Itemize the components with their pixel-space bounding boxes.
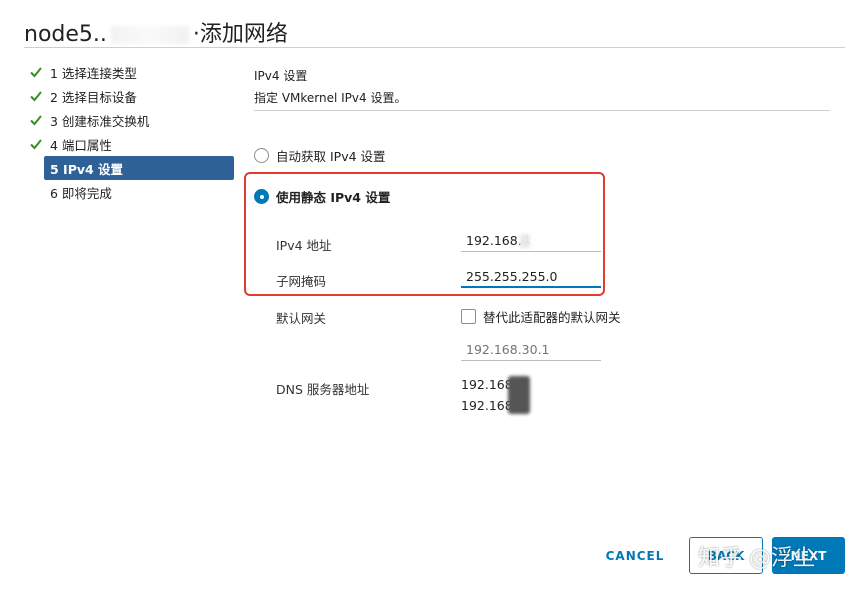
back-button[interactable]: BACK: [689, 537, 763, 574]
checkmark-icon: [30, 91, 42, 102]
radio-auto-ipv4[interactable]: 自动获取 IPv4 设置: [254, 146, 386, 165]
override-gateway-checkbox[interactable]: [461, 309, 476, 324]
section-divider: [254, 110, 830, 111]
step-select-target-device[interactable]: 2 选择目标设备: [28, 84, 234, 108]
subnet-mask-input[interactable]: [461, 266, 601, 288]
step-create-standard-switch[interactable]: 3 创建标准交换机: [28, 108, 234, 132]
default-gateway-label: 默认网关: [276, 311, 327, 326]
radio-static-label: 使用静态 IPv4 设置: [276, 190, 391, 205]
redacted-dns-octets: [508, 376, 530, 414]
title-divider: [24, 47, 845, 48]
checkmark-icon: [30, 115, 42, 126]
dns-server-label: DNS 服务器地址: [276, 382, 370, 397]
redacted-hostname: [110, 26, 189, 44]
step-label: 1 选择连接类型: [50, 65, 137, 81]
title-action: ·添加网络: [192, 22, 288, 47]
step-label: 4 端口属性: [50, 137, 112, 153]
radio-auto-label: 自动获取 IPv4 设置: [276, 149, 386, 164]
step-label: 6 即将完成: [50, 185, 112, 201]
step-port-properties[interactable]: 4 端口属性: [28, 132, 234, 156]
section-description: 指定 VMkernel IPv4 设置。: [254, 91, 407, 105]
redacted-ip-octet: [520, 234, 530, 248]
radio-button-selected[interactable]: [254, 189, 269, 204]
subnet-mask-label: 子网掩码: [276, 274, 327, 289]
cancel-button[interactable]: CANCEL: [598, 546, 672, 566]
checkmark-icon: [30, 67, 42, 78]
wizard-title: node5.. ·添加网络: [24, 16, 288, 48]
override-gateway-label: 替代此适配器的默认网关: [483, 310, 621, 325]
section-title: IPv4 设置: [254, 69, 308, 83]
radio-static-ipv4[interactable]: 使用静态 IPv4 设置: [254, 187, 390, 206]
step-select-connection-type[interactable]: 1 选择连接类型: [28, 60, 234, 84]
step-ready-to-complete[interactable]: 6 即将完成: [28, 180, 234, 204]
ipv4-address-label: IPv4 地址: [276, 238, 332, 253]
override-gateway-checkbox-row[interactable]: 替代此适配器的默认网关: [461, 307, 621, 326]
next-button[interactable]: NEXT: [772, 537, 845, 574]
default-gateway-input[interactable]: [461, 339, 601, 361]
title-host: node5..: [24, 22, 107, 47]
step-ipv4-settings[interactable]: 5 IPv4 设置: [44, 156, 234, 180]
step-label: 5 IPv4 设置: [50, 161, 124, 177]
wizard-steps: 1 选择连接类型 2 选择目标设备 3 创建标准交换机 4 端口属性 5 IPv…: [28, 60, 234, 204]
step-label: 2 选择目标设备: [50, 89, 137, 105]
ipv4-address-input[interactable]: [461, 230, 601, 252]
radio-button[interactable]: [254, 148, 269, 163]
step-label: 3 创建标准交换机: [50, 113, 150, 129]
checkmark-icon: [30, 139, 42, 150]
